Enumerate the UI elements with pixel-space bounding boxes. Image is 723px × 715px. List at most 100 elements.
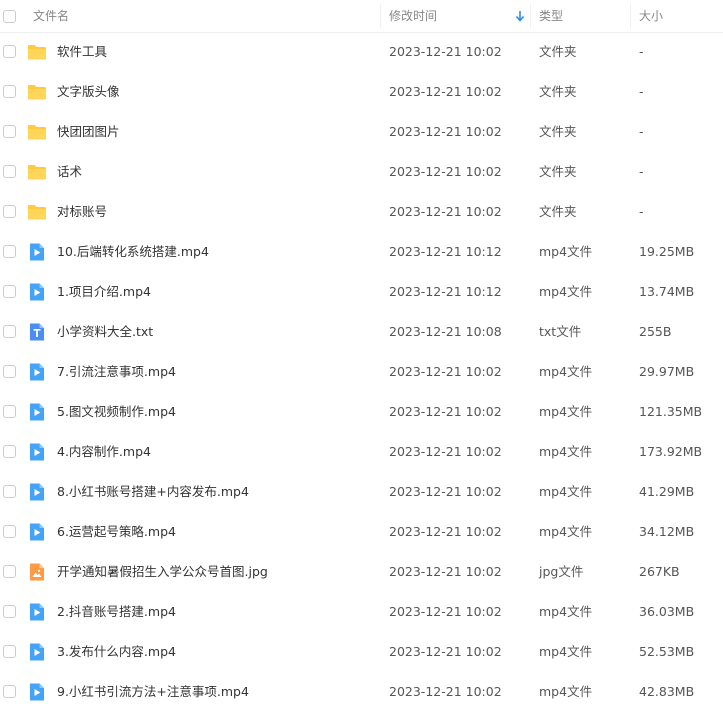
file-size: -: [639, 124, 644, 139]
row-checkbox[interactable]: [3, 365, 16, 378]
file-name[interactable]: 5.图文视频制作.mp4: [57, 392, 176, 432]
file-modified-time: 2023-12-21 10:02: [389, 84, 502, 99]
file-modified-time: 2023-12-21 10:02: [389, 164, 502, 179]
column-header-type[interactable]: 类型: [539, 0, 563, 32]
file-size: 41.29MB: [639, 484, 695, 499]
file-type: mp4文件: [539, 684, 593, 699]
row-checkbox[interactable]: [3, 285, 16, 298]
file-row[interactable]: 5.图文视频制作.mp4 2023-12-21 10:02 mp4文件 121.35M…: [0, 392, 723, 432]
row-checkbox[interactable]: [3, 85, 16, 98]
column-header-size[interactable]: 大小: [639, 0, 663, 32]
row-checkbox[interactable]: [3, 325, 16, 338]
row-checkbox[interactable]: [3, 605, 16, 618]
file-size: 52.53MB: [639, 644, 695, 659]
folder-icon: [27, 42, 47, 62]
folder-icon: [27, 202, 47, 222]
file-row[interactable]: 小学资料大全.txt 2023-12-21 10:08 txt文件 255B: [0, 312, 723, 352]
file-name[interactable]: 4.内容制作.mp4: [57, 432, 151, 472]
file-modified-time: 2023-12-21 10:12: [389, 244, 502, 259]
file-modified-time: 2023-12-21 10:02: [389, 204, 502, 219]
file-name[interactable]: 快团团图片: [57, 112, 120, 152]
file-row[interactable]: 开学通知暑假招生入学公众号首图.jpg 2023-12-21 10:02 jpg文件…: [0, 552, 723, 592]
file-type: mp4文件: [539, 644, 593, 659]
file-name[interactable]: 软件工具: [57, 32, 107, 72]
file-size: 29.97MB: [639, 364, 695, 379]
file-row[interactable]: 7.引流注意事项.mp4 2023-12-21 10:02 mp4文件 29.97MB: [0, 352, 723, 392]
file-row[interactable]: 对标账号 2023-12-21 10:02 文件夹 -: [0, 192, 723, 232]
file-type: mp4文件: [539, 404, 593, 419]
video-file-icon: [27, 682, 47, 702]
row-checkbox[interactable]: [3, 405, 16, 418]
file-modified-time: 2023-12-21 10:08: [389, 324, 502, 339]
row-checkbox[interactable]: [3, 485, 16, 498]
file-name[interactable]: 对标账号: [57, 192, 107, 232]
file-name[interactable]: 7.引流注意事项.mp4: [57, 352, 176, 392]
file-name[interactable]: 小学资料大全.txt: [57, 312, 153, 352]
file-modified-time: 2023-12-21 10:02: [389, 484, 502, 499]
file-modified-time: 2023-12-21 10:02: [389, 444, 502, 459]
file-row[interactable]: 文字版头像 2023-12-21 10:02 文件夹 -: [0, 72, 723, 112]
file-name[interactable]: 开学通知暑假招生入学公众号首图.jpg: [57, 552, 268, 592]
file-row[interactable]: 快团团图片 2023-12-21 10:02 文件夹 -: [0, 112, 723, 152]
column-header-modified[interactable]: 修改时间: [389, 0, 437, 32]
file-row[interactable]: 8.小红书账号搭建+内容发布.mp4 2023-12-21 10:02 mp4文件 4…: [0, 472, 723, 512]
row-checkbox[interactable]: [3, 45, 16, 58]
file-type: 文件夹: [539, 164, 577, 179]
sort-descending-icon[interactable]: [515, 9, 525, 23]
file-row[interactable]: 4.内容制作.mp4 2023-12-21 10:02 mp4文件 173.92MB: [0, 432, 723, 472]
file-size: -: [639, 44, 644, 59]
row-checkbox[interactable]: [3, 445, 16, 458]
file-size: 42.83MB: [639, 684, 695, 699]
file-type: mp4文件: [539, 284, 593, 299]
file-type: mp4文件: [539, 484, 593, 499]
row-checkbox[interactable]: [3, 525, 16, 538]
file-modified-time: 2023-12-21 10:02: [389, 124, 502, 139]
file-size: -: [639, 164, 644, 179]
file-list-header: 文件名 修改时间 类型 大小: [0, 0, 723, 33]
row-checkbox[interactable]: [3, 125, 16, 138]
file-size: 121.35MB: [639, 404, 703, 419]
file-name[interactable]: 文字版头像: [57, 72, 120, 112]
text-file-icon: [27, 322, 47, 342]
row-checkbox[interactable]: [3, 245, 16, 258]
file-type: 文件夹: [539, 204, 577, 219]
video-file-icon: [27, 602, 47, 622]
row-checkbox[interactable]: [3, 685, 16, 698]
file-name[interactable]: 2.抖音账号搭建.mp4: [57, 592, 176, 632]
file-name[interactable]: 9.小红书引流方法+注意事项.mp4: [57, 672, 249, 712]
file-name[interactable]: 1.项目介绍.mp4: [57, 272, 151, 312]
file-name[interactable]: 3.发布什么内容.mp4: [57, 632, 176, 672]
file-name[interactable]: 10.后端转化系统搭建.mp4: [57, 232, 209, 272]
file-type: mp4文件: [539, 524, 593, 539]
select-all-checkbox[interactable]: [3, 10, 16, 23]
video-file-icon: [27, 522, 47, 542]
row-checkbox[interactable]: [3, 165, 16, 178]
file-name[interactable]: 8.小红书账号搭建+内容发布.mp4: [57, 472, 249, 512]
file-name[interactable]: 6.运营起号策略.mp4: [57, 512, 176, 552]
file-row[interactable]: 2.抖音账号搭建.mp4 2023-12-21 10:02 mp4文件 36.03MB: [0, 592, 723, 632]
file-size: 19.25MB: [639, 244, 695, 259]
file-size: 267KB: [639, 564, 680, 579]
file-modified-time: 2023-12-21 10:02: [389, 684, 502, 699]
file-row[interactable]: 3.发布什么内容.mp4 2023-12-21 10:02 mp4文件 52.53MB: [0, 632, 723, 672]
file-row[interactable]: 软件工具 2023-12-21 10:02 文件夹 -: [0, 32, 723, 72]
column-header-name[interactable]: 文件名: [33, 0, 69, 32]
row-checkbox[interactable]: [3, 565, 16, 578]
file-modified-time: 2023-12-21 10:02: [389, 644, 502, 659]
file-row[interactable]: 9.小红书引流方法+注意事项.mp4 2023-12-21 10:02 mp4文件 4…: [0, 672, 723, 712]
file-size: 36.03MB: [639, 604, 695, 619]
file-modified-time: 2023-12-21 10:02: [389, 44, 502, 59]
row-checkbox[interactable]: [3, 205, 16, 218]
file-modified-time: 2023-12-21 10:02: [389, 564, 502, 579]
file-type: txt文件: [539, 324, 582, 339]
file-row[interactable]: 10.后端转化系统搭建.mp4 2023-12-21 10:12 mp4文件 19.2…: [0, 232, 723, 272]
file-row[interactable]: 话术 2023-12-21 10:02 文件夹 -: [0, 152, 723, 192]
column-divider: [530, 4, 531, 28]
column-divider: [380, 4, 381, 28]
row-checkbox[interactable]: [3, 645, 16, 658]
file-modified-time: 2023-12-21 10:12: [389, 284, 502, 299]
file-type: 文件夹: [539, 124, 577, 139]
file-row[interactable]: 1.项目介绍.mp4 2023-12-21 10:12 mp4文件 13.74MB: [0, 272, 723, 312]
file-name[interactable]: 话术: [57, 152, 82, 192]
file-row[interactable]: 6.运营起号策略.mp4 2023-12-21 10:02 mp4文件 34.12MB: [0, 512, 723, 552]
